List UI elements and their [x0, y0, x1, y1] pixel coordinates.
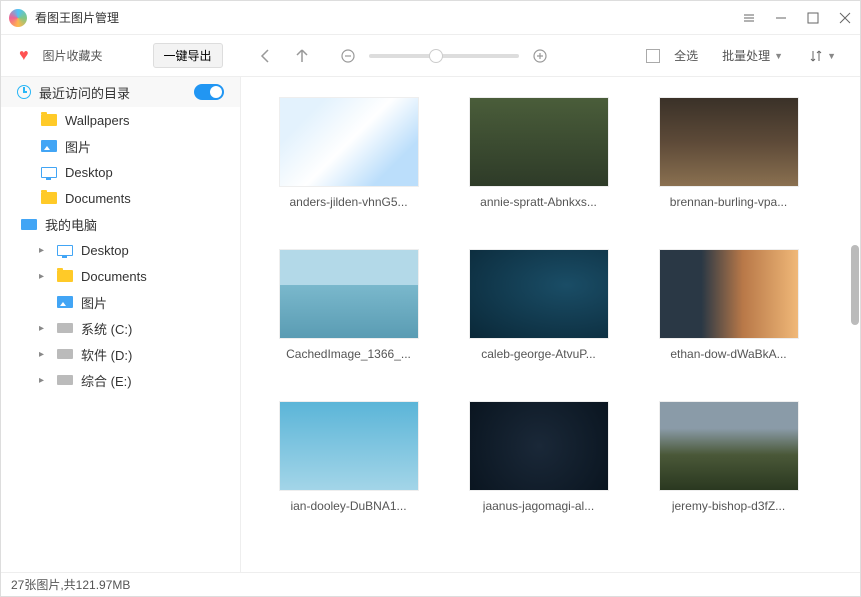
- thumbnail-item[interactable]: ian-dooley-DuBNA1...: [271, 401, 426, 513]
- sidebar-item-drive-d[interactable]: ▸软件 (D:): [1, 341, 240, 367]
- thumbnail-image: [279, 97, 419, 187]
- zoom-in-button[interactable]: [527, 43, 553, 69]
- drive-icon: [57, 375, 73, 385]
- sidebar-item-pictures2[interactable]: ▸图片: [1, 289, 240, 315]
- recent-section: 最近访问的目录: [1, 77, 240, 107]
- sidebar-item-pictures[interactable]: 图片: [1, 133, 240, 159]
- window-title: 看图王图片管理: [35, 9, 742, 26]
- sidebar-item-drive-e[interactable]: ▸综合 (E:): [1, 367, 240, 393]
- monitor-icon: [57, 245, 73, 256]
- thumbnail-label: ethan-dow-dWaBkA...: [670, 347, 786, 361]
- heart-icon: ♥: [19, 47, 29, 65]
- sidebar-item-desktop2[interactable]: ▸Desktop: [1, 237, 240, 263]
- zoom-handle[interactable]: [429, 49, 443, 63]
- toolbar: ♥ 图片收藏夹 一键导出 全选 批量处理▼ ▼: [1, 35, 860, 77]
- thumbnail-item[interactable]: CachedImage_1366_...: [271, 249, 426, 361]
- thumbnail-label: brennan-burling-vpa...: [670, 195, 787, 209]
- export-button[interactable]: 一键导出: [153, 43, 223, 68]
- thumbnail-item[interactable]: caleb-george-AtvuP...: [461, 249, 616, 361]
- thumbnail-item[interactable]: annie-spratt-Abnkxs...: [461, 97, 616, 209]
- select-all-label: 全选: [674, 47, 698, 64]
- thumbnail-label: jeremy-bishop-d3fZ...: [672, 499, 785, 513]
- zoom-out-button[interactable]: [335, 43, 361, 69]
- batch-menu[interactable]: 批量处理▼: [722, 47, 783, 64]
- thumbnail-label: caleb-george-AtvuP...: [481, 347, 596, 361]
- thumbnail-item[interactable]: jeremy-bishop-d3fZ...: [651, 401, 806, 513]
- thumbnail-image: [659, 97, 799, 187]
- zoom-slider[interactable]: [369, 54, 519, 58]
- monitor-icon: [41, 167, 57, 178]
- folder-icon: [41, 114, 57, 126]
- thumbnail-item[interactable]: anders-jilden-vhnG5...: [271, 97, 426, 209]
- thumbnail-label: ian-dooley-DuBNA1...: [290, 499, 406, 513]
- thumbnail-label: CachedImage_1366_...: [286, 347, 411, 361]
- expand-icon[interactable]: ▸: [39, 245, 49, 256]
- sidebar-item-documents[interactable]: Documents: [1, 185, 240, 211]
- folder-icon: [57, 270, 73, 282]
- thumbnail-label: jaanus-jagomagi-al...: [483, 499, 594, 513]
- computer-section[interactable]: 我的电脑: [1, 211, 240, 237]
- computer-icon: [21, 219, 37, 230]
- statusbar: 27张图片,共121.97MB: [1, 572, 860, 596]
- clock-icon: [17, 85, 31, 99]
- recent-toggle[interactable]: [194, 84, 224, 100]
- thumbnail-image: [659, 401, 799, 491]
- sort-menu[interactable]: ▼: [809, 49, 836, 63]
- expand-icon[interactable]: ▸: [39, 375, 49, 386]
- thumbnail-item[interactable]: brennan-burling-vpa...: [651, 97, 806, 209]
- app-icon: [9, 9, 27, 27]
- sidebar: 最近访问的目录 Wallpapers 图片 Desktop Documents …: [1, 77, 241, 572]
- minimize-button[interactable]: [774, 11, 788, 25]
- thumbnail-image: [659, 249, 799, 339]
- menu-button[interactable]: [742, 11, 756, 25]
- thumbnail-label: anders-jilden-vhnG5...: [289, 195, 407, 209]
- drive-icon: [57, 323, 73, 333]
- close-button[interactable]: [838, 11, 852, 25]
- maximize-button[interactable]: [806, 11, 820, 25]
- thumbnail-image: [469, 97, 609, 187]
- expand-icon[interactable]: ▸: [39, 323, 49, 334]
- status-text: 27张图片,共121.97MB: [11, 576, 130, 593]
- expand-icon[interactable]: ▸: [39, 349, 49, 360]
- thumbnail-image: [469, 401, 609, 491]
- folder-icon: [41, 192, 57, 204]
- up-button[interactable]: [289, 43, 315, 69]
- scrollbar[interactable]: [851, 245, 859, 325]
- thumbnail-label: annie-spratt-Abnkxs...: [480, 195, 597, 209]
- titlebar: 看图王图片管理: [1, 1, 860, 35]
- thumbnail-image: [279, 401, 419, 491]
- select-all-checkbox[interactable]: [646, 49, 660, 63]
- sidebar-item-desktop[interactable]: Desktop: [1, 159, 240, 185]
- thumbnail-image: [469, 249, 609, 339]
- thumbnail-item[interactable]: ethan-dow-dWaBkA...: [651, 249, 806, 361]
- picture-icon: [57, 296, 73, 308]
- thumbnail-image: [279, 249, 419, 339]
- back-button[interactable]: [253, 43, 279, 69]
- drive-icon: [57, 349, 73, 359]
- sidebar-item-documents2[interactable]: ▸Documents: [1, 263, 240, 289]
- thumbnail-item[interactable]: jaanus-jagomagi-al...: [461, 401, 616, 513]
- favorites-label[interactable]: 图片收藏夹: [43, 47, 103, 64]
- recent-label: 最近访问的目录: [39, 83, 130, 102]
- picture-icon: [41, 140, 57, 152]
- expand-icon[interactable]: ▸: [39, 271, 49, 282]
- sidebar-item-wallpapers[interactable]: Wallpapers: [1, 107, 240, 133]
- sidebar-item-drive-c[interactable]: ▸系统 (C:): [1, 315, 240, 341]
- thumbnail-grid: anders-jilden-vhnG5... annie-spratt-Abnk…: [241, 77, 860, 572]
